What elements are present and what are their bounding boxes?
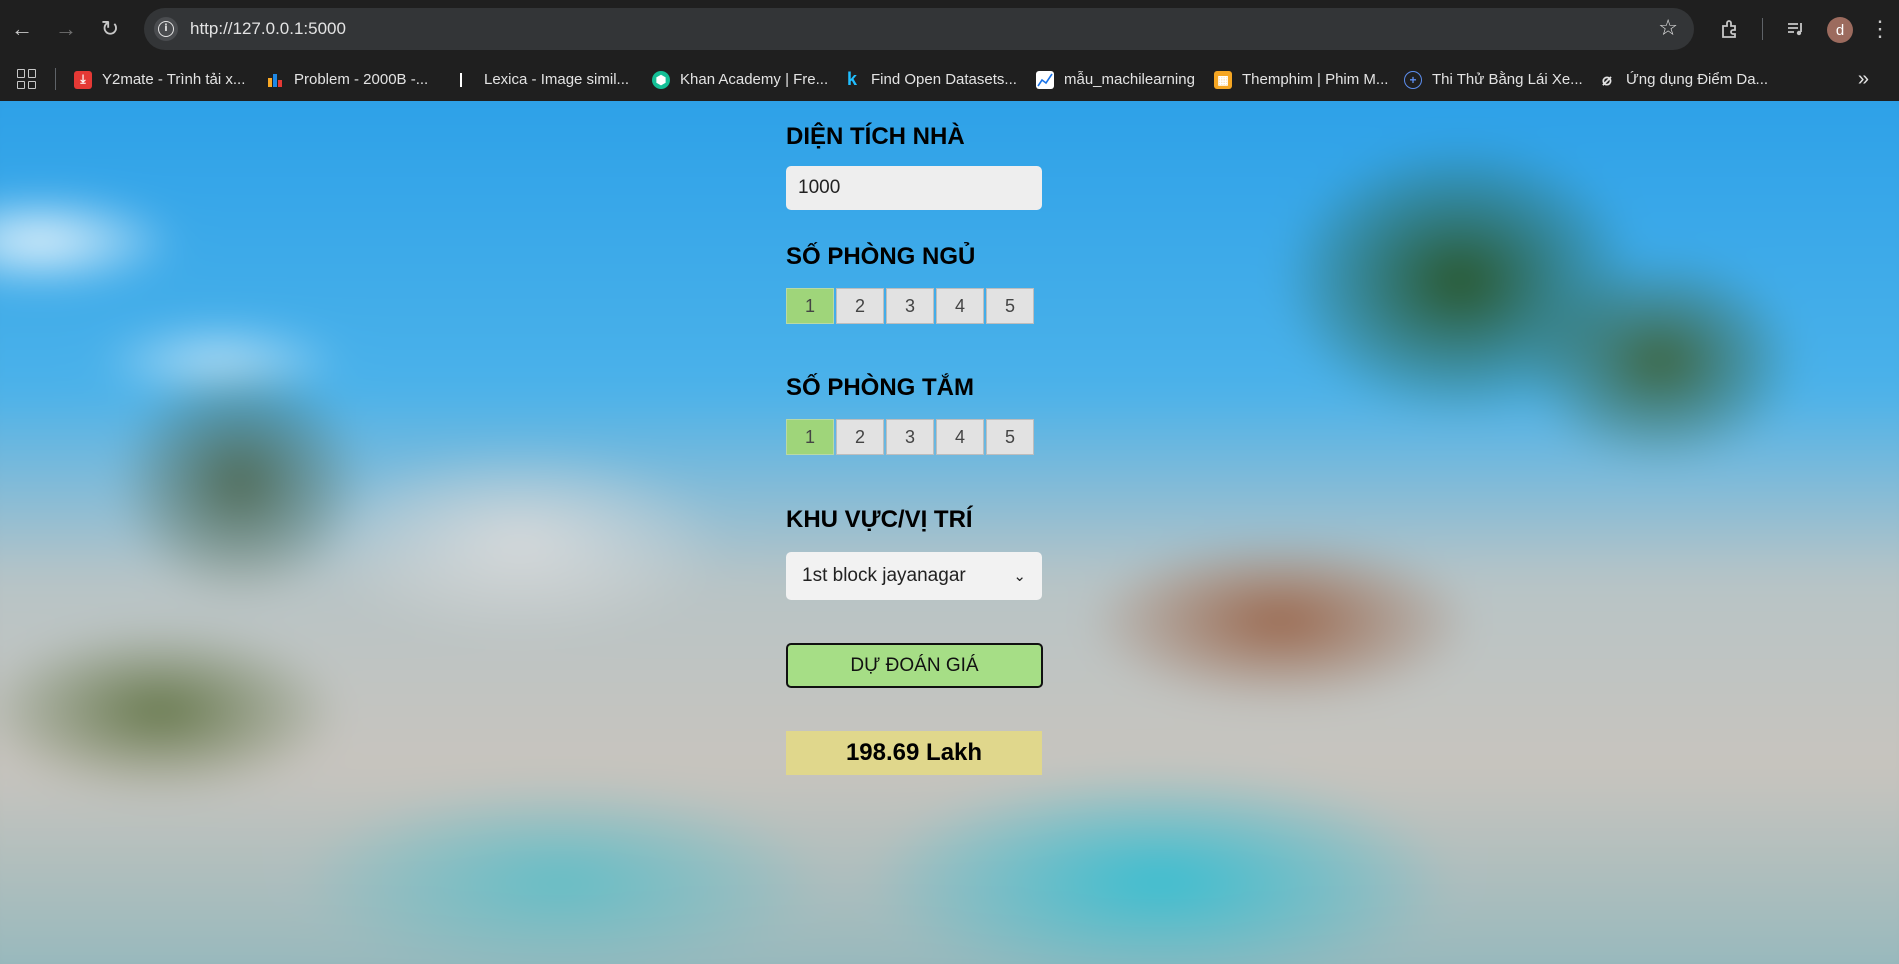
bookmark-khan-academy[interactable]: ⬢ Khan Academy | Fre... — [652, 58, 828, 101]
bookmark-label: Themphim | Phim M... — [1242, 71, 1389, 88]
bookmark-label: mẫu_machilearning — [1064, 71, 1195, 88]
location-label: KHU VỰC/VỊ TRÍ — [786, 506, 973, 533]
bookmark-problem[interactable]: Problem - 2000B -... — [266, 58, 428, 101]
area-label: DIỆN TÍCH NHÀ — [786, 123, 965, 150]
bedrooms-label: SỐ PHÒNG NGỦ — [786, 243, 976, 270]
khan-academy-icon: ⬢ — [652, 70, 670, 89]
bathrooms-selector: 1 2 3 4 5 — [786, 419, 1039, 457]
bookmark-label: Thi Thử Bằng Lái Xe... — [1432, 71, 1583, 88]
menu-kebab-icon[interactable]: ⋮ — [1868, 13, 1892, 45]
extensions-icon[interactable] — [1714, 13, 1746, 45]
bookmark-label: Problem - 2000B -... — [294, 71, 429, 88]
browser-toolbar: ← → ↻ i http://127.0.0.1:5000 ☆ d ⋮ — [0, 0, 1899, 58]
bedroom-option-4[interactable]: 4 — [936, 288, 984, 324]
bathroom-option-5[interactable]: 5 — [986, 419, 1034, 455]
bedroom-option-5[interactable]: 5 — [986, 288, 1034, 324]
chevron-down-icon: ⌄ — [1013, 567, 1026, 585]
bedroom-option-3[interactable]: 3 — [886, 288, 934, 324]
bookmark-ung-dung[interactable]: ⌀ Ứng dụng Điểm Da... — [1598, 58, 1768, 101]
bedrooms-selector: 1 2 3 4 5 — [786, 288, 1039, 326]
film-icon: ▦ — [1214, 70, 1232, 89]
site-info-icon[interactable]: i — [154, 17, 178, 41]
chart-icon — [1036, 70, 1054, 89]
page-content: DIỆN TÍCH NHÀ 1000 SỐ PHÒNG NGỦ 1 2 3 4 … — [0, 101, 1899, 964]
bathrooms-label: SỐ PHÒNG TẮM — [786, 374, 975, 401]
bookmarks-divider — [55, 68, 56, 90]
bookmark-label: Find Open Datasets... — [871, 71, 1017, 88]
globe-icon: + — [1404, 70, 1422, 89]
bookmark-label: Khan Academy | Fre... — [680, 71, 829, 88]
bookmark-kaggle[interactable]: k Find Open Datasets... — [843, 58, 1017, 101]
lexica-icon — [458, 71, 464, 89]
bookmark-themphim[interactable]: ▦ Themphim | Phim M... — [1214, 58, 1388, 101]
bookmark-star-icon[interactable]: ☆ — [1658, 16, 1678, 41]
profile-avatar[interactable]: d — [1827, 17, 1853, 43]
bathroom-option-1[interactable]: 1 — [786, 419, 834, 455]
predict-price-button[interactable]: DỰ ĐOÁN GIÁ — [786, 643, 1043, 688]
location-select[interactable]: 1st block jayanagar ⌄ — [786, 552, 1042, 600]
bookmark-label: Ứng dụng Điểm Da... — [1626, 71, 1769, 88]
more-bookmarks-icon[interactable]: » — [1858, 68, 1869, 91]
kaggle-icon: k — [846, 69, 857, 89]
url-text[interactable]: http://127.0.0.1:5000 — [190, 19, 346, 39]
bookmark-machine-learning[interactable]: mẫu_machilearning — [1036, 58, 1195, 101]
bedroom-option-1[interactable]: 1 — [786, 288, 834, 324]
bookmark-label: Y2mate - Trình tải x... — [102, 71, 246, 88]
bookmark-y2mate[interactable]: ⤓ Y2mate - Trình tải x... — [74, 58, 245, 101]
bathroom-option-2[interactable]: 2 — [836, 419, 884, 455]
bathroom-option-3[interactable]: 3 — [886, 419, 934, 455]
media-control-icon[interactable] — [1780, 13, 1812, 45]
back-icon[interactable]: ← — [6, 13, 38, 45]
bathroom-option-4[interactable]: 4 — [936, 419, 984, 455]
location-selected-value: 1st block jayanagar — [802, 565, 966, 586]
reload-icon[interactable]: ↻ — [94, 13, 126, 45]
toolbar-divider — [1762, 18, 1763, 40]
bookmark-lexica[interactable]: Lexica - Image simil... — [458, 58, 629, 101]
address-bar[interactable]: i http://127.0.0.1:5000 ☆ — [144, 8, 1694, 50]
forward-icon[interactable]: → — [50, 13, 82, 45]
download-icon: ⤓ — [74, 70, 92, 89]
area-input[interactable]: 1000 — [786, 166, 1042, 210]
app-icon: ⌀ — [1602, 71, 1612, 89]
bookmarks-bar: ⤓ Y2mate - Trình tải x... Problem - 2000… — [0, 58, 1899, 101]
prediction-result: 198.69 Lakh — [786, 731, 1042, 775]
apps-grid-icon[interactable] — [17, 69, 37, 89]
bedroom-option-2[interactable]: 2 — [836, 288, 884, 324]
bookmark-label: Lexica - Image simil... — [484, 71, 630, 88]
bookmark-thi-thu-bang-lai[interactable]: + Thi Thử Bằng Lái Xe... — [1404, 58, 1583, 101]
codeforces-icon — [266, 71, 284, 89]
